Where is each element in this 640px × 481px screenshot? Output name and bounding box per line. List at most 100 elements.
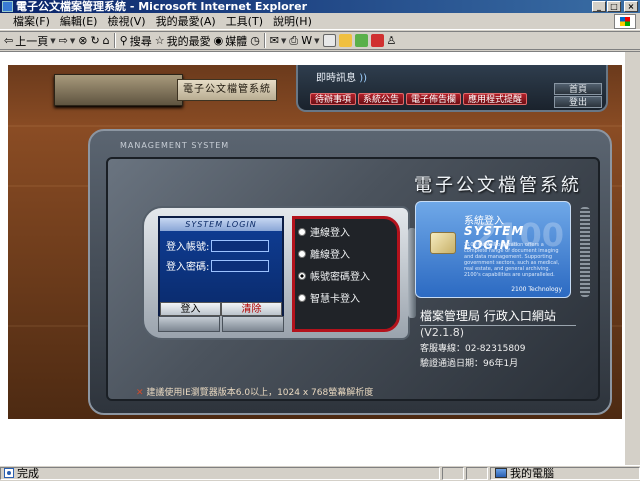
login-mode-label: 帳號密碼登入 bbox=[310, 272, 370, 283]
login-mode-smartcard[interactable]: 智慧卡登入 bbox=[298, 290, 370, 305]
forward-arrow-icon: ⇨ bbox=[58, 34, 68, 47]
info-title-text: 即時訊息 bbox=[316, 73, 356, 84]
history-button[interactable]: ◷ bbox=[250, 35, 260, 46]
console-key bbox=[158, 316, 220, 332]
agency-hotline: 客服專線：02-82315809 bbox=[420, 344, 526, 354]
menu-favorites[interactable]: 我的最愛(A) bbox=[151, 13, 221, 30]
menu-tools[interactable]: 工具(T) bbox=[221, 13, 268, 30]
login-mode-password[interactable]: 帳號密碼登入 bbox=[298, 268, 370, 283]
signal-icon: )) bbox=[359, 73, 367, 84]
addon-button[interactable] bbox=[370, 34, 384, 47]
addon-icon bbox=[370, 34, 384, 47]
chevron-down-icon: ▼ bbox=[50, 36, 56, 45]
refresh-icon: ↻ bbox=[90, 34, 100, 47]
password-row: 登入密碼: bbox=[166, 258, 270, 273]
login-mode-label: 離線登入 bbox=[310, 250, 350, 261]
chip-icon bbox=[430, 232, 456, 254]
stop-button[interactable]: ⊗ bbox=[78, 35, 87, 46]
login-mode-offline[interactable]: 離線登入 bbox=[298, 246, 370, 261]
title-bar: 電子公文檔案管理系統 - Microsoft Internet Explorer… bbox=[0, 0, 640, 13]
agency-verified: 驗證通過日期：96年1月 bbox=[420, 359, 519, 369]
info-side-buttons: 首頁 登出 bbox=[554, 83, 602, 108]
card-description: 2100 GeMs Corporation offers a complete … bbox=[464, 242, 560, 278]
window-controls: _ □ × bbox=[592, 1, 638, 12]
console-key bbox=[222, 316, 284, 332]
printer-icon: ⎙ bbox=[289, 34, 299, 47]
menu-file[interactable]: 檔案(F) bbox=[8, 13, 55, 30]
home-page-button[interactable]: 首頁 bbox=[554, 83, 602, 95]
info-panel: 即時訊息 )) 待辦事項 系統公告 電子佈告欄 應用程式提醒 首頁 登出 bbox=[296, 65, 608, 112]
login-form: SYSTEM LOGIN 登入帳號: 登入密碼: 登入 清除 bbox=[158, 216, 284, 316]
tab-todo[interactable]: 待辦事項 bbox=[310, 93, 357, 105]
messenger-button[interactable] bbox=[338, 34, 352, 47]
status-cell bbox=[466, 466, 488, 480]
agency-name: 檔案管理局 行政入口網站 bbox=[420, 309, 556, 323]
discuss-icon bbox=[322, 34, 336, 47]
radio-icon bbox=[298, 227, 306, 236]
messenger-icon bbox=[338, 34, 352, 47]
close-button[interactable]: × bbox=[624, 1, 638, 12]
home-button[interactable]: ⌂ bbox=[103, 35, 110, 46]
info-title: 即時訊息 )) bbox=[316, 69, 367, 84]
device-screen: 電子公文檔管系統 SYSTEM LOGIN 登入帳號: 登入密碼: 登入 清除 … bbox=[106, 157, 600, 401]
radio-icon bbox=[298, 293, 306, 302]
back-label: 上一頁 bbox=[15, 34, 49, 48]
login-header: SYSTEM LOGIN bbox=[160, 218, 282, 231]
login-button[interactable]: 登入 bbox=[160, 302, 221, 316]
login-mode-label: 智慧卡登入 bbox=[310, 294, 360, 305]
print-button[interactable]: ⎙ bbox=[289, 35, 298, 46]
brass-plaque bbox=[54, 74, 183, 106]
login-buttons: 登入 清除 bbox=[160, 302, 282, 316]
agency-version: (V2.1.8) bbox=[420, 326, 465, 339]
media-button[interactable]: ◉ 媒體 bbox=[214, 33, 248, 49]
menu-edit[interactable]: 編輯(E) bbox=[55, 13, 103, 30]
search-button[interactable]: ⚲ 搜尋 bbox=[120, 33, 152, 49]
minimize-button[interactable]: _ bbox=[592, 1, 606, 12]
forward-button[interactable]: ⇨ ▼ bbox=[59, 35, 76, 46]
user-icon: ♙ bbox=[386, 34, 397, 47]
status-main: 完成 bbox=[0, 466, 440, 480]
speaker-grille bbox=[580, 207, 590, 297]
card-brand: 2100 Technology bbox=[511, 286, 562, 293]
chevron-down-icon: ▼ bbox=[314, 36, 320, 45]
mail-button[interactable]: ✉ ▼ bbox=[270, 35, 287, 46]
research-button[interactable] bbox=[354, 34, 368, 47]
favorites-button[interactable]: ☆ 我的最愛 bbox=[155, 33, 211, 49]
tab-bulletin-board[interactable]: 電子佈告欄 bbox=[406, 93, 462, 105]
tab-app-reminders[interactable]: 應用程式提醒 bbox=[463, 93, 528, 105]
clear-button[interactable]: 清除 bbox=[221, 302, 282, 316]
back-button[interactable]: ⇦ 上一頁 ▼ bbox=[4, 33, 56, 49]
menu-bar: 檔案(F) 編輯(E) 檢視(V) 我的最愛(A) 工具(T) 說明(H) bbox=[0, 13, 640, 30]
info-tabs: 待辦事項 系統公告 電子佈告欄 應用程式提醒 bbox=[310, 93, 528, 105]
refresh-button[interactable]: ↻ bbox=[90, 35, 99, 46]
zone-text: 我的電腦 bbox=[510, 467, 554, 480]
device-panel: MANAGEMENT SYSTEM 電子公文檔管系統 SYSTEM LOGIN … bbox=[88, 129, 612, 415]
mail-icon: ✉ bbox=[269, 34, 280, 47]
password-input[interactable] bbox=[211, 259, 270, 272]
logout-button[interactable]: 登出 bbox=[554, 96, 602, 108]
tab-announcements[interactable]: 系統公告 bbox=[358, 93, 405, 105]
status-text: 完成 bbox=[17, 467, 39, 480]
user-button[interactable]: ♙ bbox=[387, 35, 397, 46]
smart-card-login[interactable]: 2100 系統登入 SYSTEM LOGIN 2100 GeMs Corpora… bbox=[415, 201, 571, 298]
vertical-scrollbar[interactable] bbox=[624, 52, 640, 466]
edit-button[interactable]: W ▼ bbox=[301, 35, 319, 46]
login-console: SYSTEM LOGIN 登入帳號: 登入密碼: 登入 清除 連線登入 離線登入… bbox=[142, 206, 416, 340]
menu-help[interactable]: 說明(H) bbox=[268, 13, 317, 30]
computer-icon bbox=[495, 468, 507, 478]
toolbar: ⇦ 上一頁 ▼ ⇨ ▼ ⊗ ↻ ⌂ ⚲ 搜尋 ☆ 我的最愛 ◉ 媒體 ◷ ✉ ▼… bbox=[0, 31, 640, 50]
login-mode-list: 連線登入 離線登入 帳號密碼登入 智慧卡登入 bbox=[298, 224, 370, 305]
security-zone: 我的電腦 bbox=[490, 466, 640, 480]
console-base bbox=[158, 316, 284, 332]
menu-view[interactable]: 檢視(V) bbox=[102, 13, 150, 30]
login-mode-online[interactable]: 連線登入 bbox=[298, 224, 370, 239]
search-icon: ⚲ bbox=[119, 34, 128, 47]
plaque-label: 電子公文檔管系統 bbox=[177, 79, 277, 101]
toolbar-separator bbox=[113, 33, 116, 48]
account-input[interactable] bbox=[211, 239, 270, 252]
chevron-down-icon: ▼ bbox=[69, 36, 76, 45]
account-row: 登入帳號: bbox=[166, 238, 270, 253]
status-cell bbox=[442, 466, 464, 480]
maximize-button[interactable]: □ bbox=[607, 1, 621, 12]
discuss-button[interactable] bbox=[322, 34, 336, 47]
